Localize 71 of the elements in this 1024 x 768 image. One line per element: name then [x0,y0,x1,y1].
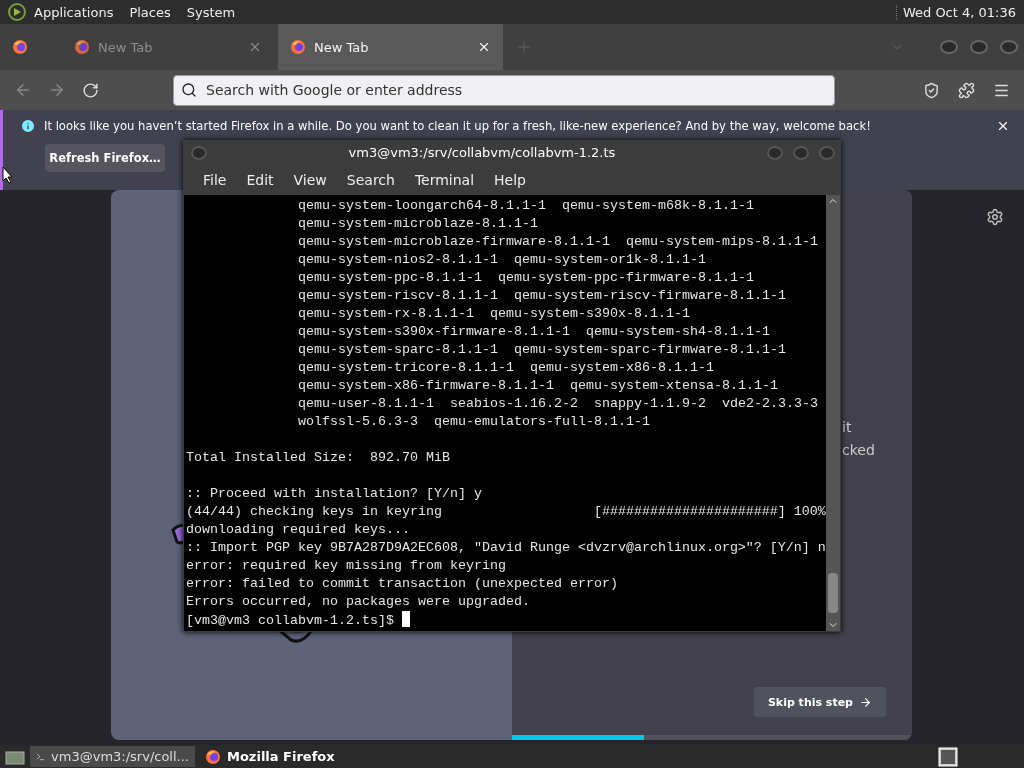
terminal-line: [vm3@vm3 collabvm-1.2.ts]$ [186,613,395,628]
menu-item[interactable]: Search [336,172,405,188]
window-title: vm3@vm3:/srv/collabvm/collabvm-1.2.ts [347,145,617,160]
address-field[interactable]: Search with Google or enter address [173,74,835,106]
menu-item[interactable]: File [193,172,237,188]
firefox-icon [205,748,221,765]
menu-item[interactable]: Help [484,172,536,188]
pointer-icon [2,166,14,184]
menu-item[interactable]: View [283,172,337,188]
minimize-icon[interactable] [767,145,783,160]
terminal-line: qemu-system-nios2-8.1.1-1 qemu-system-or1k-8.1.1-1 [298,252,706,267]
terminal-line: Errors occurred, no packages were upgraded. [186,594,530,609]
firefox-icon [12,39,28,55]
close-icon[interactable] [996,119,1010,133]
close-icon[interactable] [477,40,491,54]
terminal-line: qemu-system-s390x-firmware-8.1.1-1 qemu-system-sh4-8.1.1-1 [298,324,770,339]
skip-button[interactable]: Skip this step [753,687,886,717]
terminal-line: error: failed to commit transaction (unexpected error) [186,576,618,591]
terminal-line: qemu-system-rx-8.1.1-1 qemu-system-s390x-8.1.1-1 [298,306,690,321]
menu-item[interactable]: Terminal [404,172,485,188]
window-menu-icon[interactable] [191,145,207,160]
settings-icon[interactable] [986,208,1004,226]
browser-tab[interactable]: New Tab [278,24,503,70]
back-icon[interactable] [14,81,32,99]
taskbar-item[interactable]: vm3@vm3:/srv/coll... [30,746,195,767]
forward-icon[interactable] [48,81,66,99]
terminal-line: qemu-system-ppc-8.1.1-1 qemu-system-ppc-firmware-8.1.1-1 [298,270,754,285]
menu-item[interactable]: Edit [236,172,284,188]
reload-icon[interactable] [82,81,99,99]
arrow-icon [859,695,872,709]
terminal-line: wolfssl-5.6.3-3 qemu-emulators-full-8.1.1-1 [298,414,650,429]
tab-title: New Tab [314,39,370,55]
window-control-icon[interactable] [940,40,958,54]
terminal-line: downloading required keys... [186,522,410,537]
workspace-icon[interactable] [938,746,958,767]
onboarding-text: it [842,418,853,437]
info-icon [20,118,36,134]
firefox-icon [74,39,90,55]
terminal-line: qemu-system-tricore-8.1.1-1 qemu-system-x86-8.1.1-1 [298,360,714,375]
terminal-line: Total Installed Size: 892.70 MiB [186,450,450,465]
tab-title: New Tab [98,39,154,55]
search-icon [181,81,197,98]
taskbar-label: vm3@vm3:/srv/coll... [51,749,189,764]
terminal-line: (44/44) checking keys in keyring [######################] 100% [186,504,826,519]
panel-menu[interactable]: Applications [26,4,122,20]
terminal-line: qemu-system-microblaze-8.1.1-1 [298,216,538,231]
panel-menu[interactable]: Places [121,4,179,20]
maximize-icon[interactable] [793,145,809,160]
text-cursor [401,611,410,627]
firefox-icon [290,39,306,55]
terminal-line: qemu-system-microblaze-firmware-8.1.1-1 qemu-system-mips-8.1.1-1 [298,234,818,249]
notification-message: It looks like you haven’t started Firefox in a while. Do you want to clean it up for a fresh, like-new experience? And by the way, welcome back! [44,119,872,133]
refresh-button[interactable]: Refresh Firefox… [45,144,165,172]
logo-icon[interactable] [8,3,26,21]
terminal-line: :: Proceed with installation? [Y/n] y [186,486,482,501]
onboarding-text: cked [842,441,876,460]
clock[interactable]: Wed Oct 4, 01:36 [895,4,1016,20]
terminal-line: error: required key missing from keyring [186,558,506,573]
terminal-line: :: Import PGP key 9B7A287D9A2EC608, "David Runge <dvzrv@archlinux.org>"? [Y/n] n [186,540,826,555]
taskbar-label: Mozilla Firefox [227,749,335,764]
terminal-line: qemu-system-sparc-8.1.1-1 qemu-system-sparc-firmware-8.1.1-1 [298,342,786,357]
terminal-line: qemu-system-x86-firmware-8.1.1-1 qemu-system-xtensa-8.1.1-1 [298,378,778,393]
window-control-icon[interactable] [1000,40,1018,54]
window-control-icon[interactable] [970,40,988,54]
panel-menu[interactable]: System [178,4,244,20]
scrollbar[interactable] [826,195,840,631]
extensions-icon[interactable] [958,81,975,99]
scroll-thumb[interactable] [828,573,838,613]
terminal-line: qemu-user-8.1.1-1 seabios-1.16.2-2 snappy-1.1.9-2 vde2-2.3.3-3 [298,396,818,411]
terminal-line: qemu-system-riscv-8.1.1-1 qemu-system-riscv-firmware-8.1.1-1 [298,288,786,303]
terminal-line: qemu-system-loongarch64-8.1.1-1 qemu-system-m68k-8.1.1-1 [298,198,754,213]
